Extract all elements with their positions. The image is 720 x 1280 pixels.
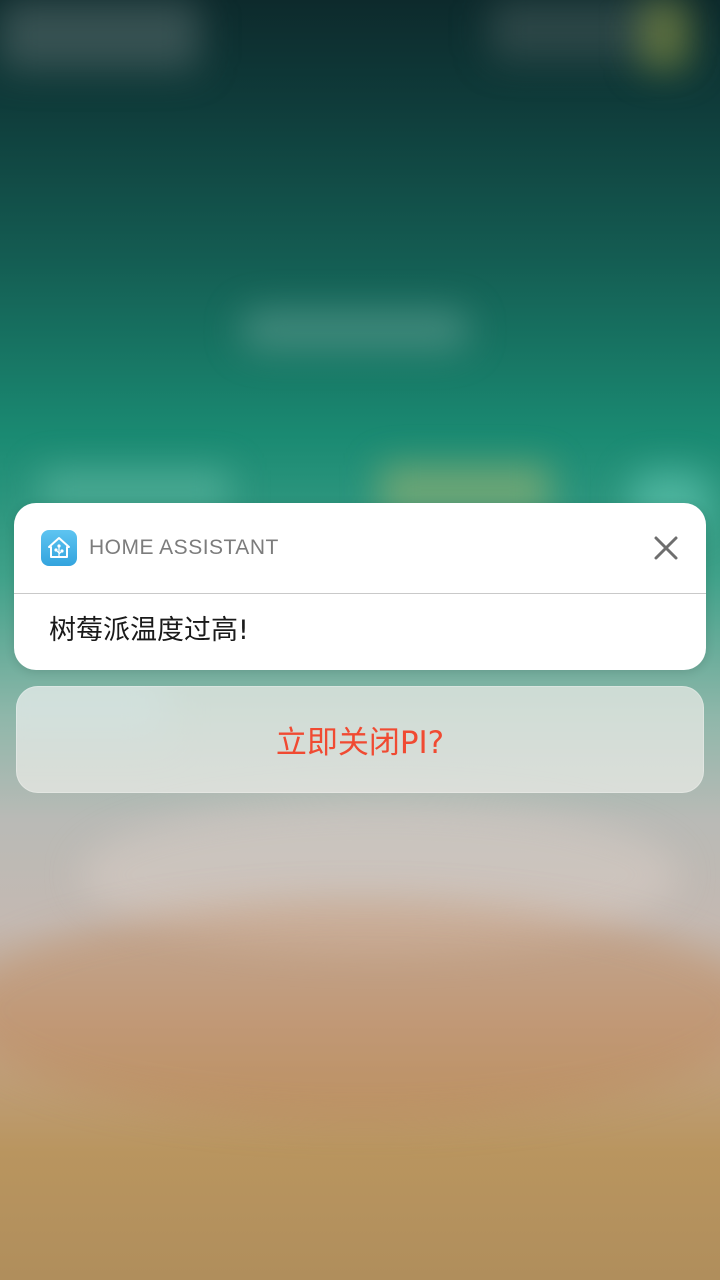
blurred-wallpaper-sand xyxy=(0,900,720,1120)
notification-message: 树莓派温度过高! xyxy=(49,615,249,646)
action-button-label: 立即关闭PI? xyxy=(275,725,445,761)
notification-card[interactable]: HOME ASSISTANT 树莓派温度过高! xyxy=(14,503,706,670)
blurred-status-bar-left xyxy=(0,0,200,70)
blurred-battery-indicator xyxy=(640,0,690,70)
notification-header: HOME ASSISTANT xyxy=(14,503,706,594)
blurred-clock xyxy=(180,150,540,300)
shutdown-pi-action-button[interactable]: 立即关闭PI? xyxy=(16,686,704,793)
close-button[interactable] xyxy=(646,528,686,568)
home-assistant-icon xyxy=(41,530,77,566)
lock-screen: HOME ASSISTANT 树莓派温度过高! 立即关闭PI? xyxy=(0,0,720,1280)
close-icon xyxy=(654,536,678,560)
notification-app-name: HOME ASSISTANT xyxy=(89,536,279,559)
blurred-date xyxy=(240,310,470,350)
